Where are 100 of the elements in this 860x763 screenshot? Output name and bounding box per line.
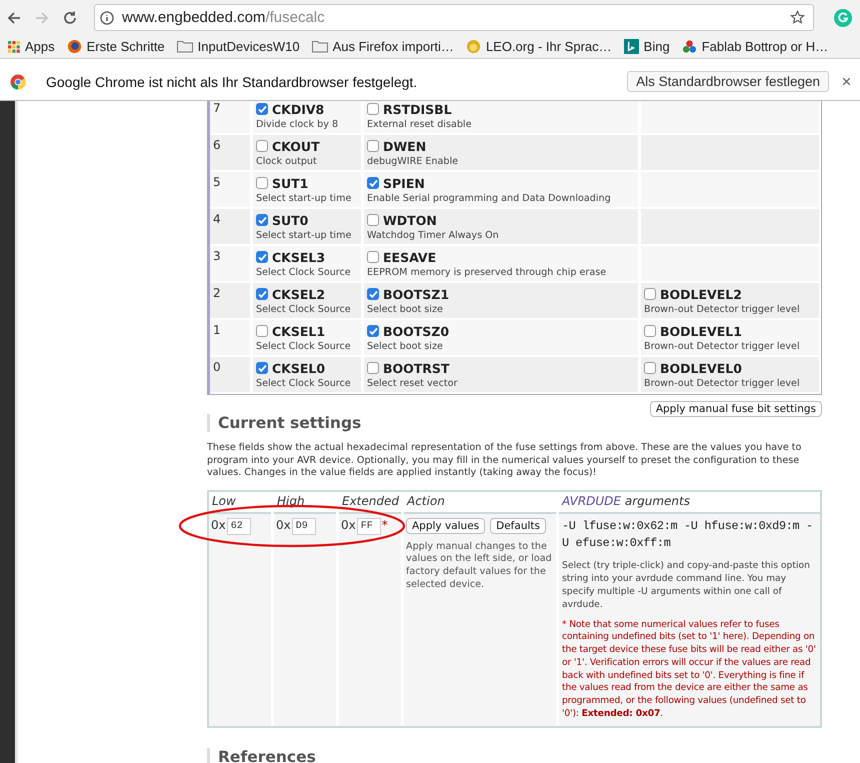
fuse-description: Select Clock Source xyxy=(256,267,352,278)
back-icon[interactable] xyxy=(6,10,22,26)
checkbox[interactable] xyxy=(256,140,268,152)
fuse-description: Select start-up time xyxy=(256,230,352,241)
fuse-name: CKOUT xyxy=(272,138,320,154)
hex-input[interactable]: 62 xyxy=(226,518,251,534)
fuse-description: Select reset vector xyxy=(367,378,458,389)
fuse-description: Brown-out Detector trigger level xyxy=(644,304,801,315)
fuse-name: BOOTRST xyxy=(383,360,450,376)
folder-icon xyxy=(312,40,328,53)
bit-number: 7 xyxy=(210,101,250,133)
reload-icon[interactable] xyxy=(62,10,78,26)
fuse-description: Watchdog Timer Always On xyxy=(367,230,500,241)
folder-icon xyxy=(176,40,193,53)
action-button[interactable]: Defaults xyxy=(490,518,546,534)
fuse-description: Clock output xyxy=(256,156,318,167)
checkbox[interactable] xyxy=(644,288,656,300)
fuse-description: Select Clock Source xyxy=(256,304,352,315)
hex-input[interactable]: FF xyxy=(356,518,381,534)
fuse-name: WDTON xyxy=(383,212,437,228)
bookmark-item[interactable]: Apps xyxy=(8,39,55,54)
bit-number: 3 xyxy=(210,246,250,281)
checkbox[interactable] xyxy=(256,214,268,226)
fuse-description: Select boot size xyxy=(367,341,444,352)
bit-number: 5 xyxy=(210,172,250,207)
bing-icon xyxy=(624,39,639,54)
checkbox[interactable] xyxy=(256,362,268,374)
intro-paragraph: These fields show the actual hexadecimal representation of the fuse settings from above. These are the values you have to program into your AVR device. Optionally, you may fill in the numerical values yourself to preset the configuration to these values. Changes in the value fields are applied instantly (taking away the focus)! xyxy=(207,442,802,480)
set-default-button[interactable]: Als Standardbrowser festlegen xyxy=(627,71,829,92)
checkbox[interactable] xyxy=(367,140,379,152)
fuse-description: Select Clock Source xyxy=(256,378,352,389)
bookmark-item[interactable]: Bing xyxy=(624,39,670,54)
fuse-name: SUT1 xyxy=(272,176,308,190)
fuse-description: Select Clock Source xyxy=(256,341,352,352)
fuse-description: debugWIRE Enable xyxy=(367,156,460,167)
help-paragraph: Select (try triple-click) and copy-and-paste this option string into your avrdude command line. You may specify multiple -U arguments within one call of avrdude. xyxy=(562,558,811,610)
address-bar[interactable]: www.engbedded.com/fusecalc xyxy=(94,4,814,31)
column-heading: arguments xyxy=(624,494,690,508)
bookmark-item[interactable]: Aus Firefox importi… xyxy=(312,39,454,54)
fuse-description: External reset disable xyxy=(367,119,472,130)
checkbox[interactable] xyxy=(644,325,656,337)
hex-input[interactable]: D9 xyxy=(292,518,316,534)
note-mark: * xyxy=(382,518,388,532)
note-paragraph: * Note that some numerical values refer to fuses containing undefined bits (set to '1' here). Depending on the target device these fuse bits will be read either as '0' or '1'. Verification errors will occur if the values are read back with undefined bits set to '0'. Everything is fine if the values read from the device are either the same as programmed, or the following values (undefined set to '0'): Extended: 0x07. xyxy=(562,618,817,721)
fuse-name: BOOTSZ1 xyxy=(383,286,450,302)
apply-fuse-bits-button[interactable]: Apply manual fuse bit settings xyxy=(650,401,822,417)
fuse-name: BODLEVEL0 xyxy=(660,360,742,376)
fuse-name: CKSEL3 xyxy=(272,250,326,264)
info-icon[interactable] xyxy=(100,10,114,24)
action-description: Apply manual changes to the values on the left side, or load factory default values for the selected device. xyxy=(406,540,553,592)
checkbox[interactable] xyxy=(256,251,268,263)
fuse-description: Select boot size xyxy=(367,304,444,315)
checkbox[interactable] xyxy=(367,103,379,115)
globe-icon xyxy=(66,39,82,54)
info-message: Google Chrome ist nicht als Ihr Standardbrowser festgelegt. xyxy=(46,74,418,90)
grammarly-icon[interactable] xyxy=(834,8,852,26)
fuse-name: CKSEL0 xyxy=(272,360,326,376)
checkbox[interactable] xyxy=(367,362,379,374)
checkbox[interactable] xyxy=(256,325,268,337)
checkbox[interactable] xyxy=(256,103,268,115)
fuse-name: SUT0 xyxy=(272,212,308,228)
fuse-name: EESAVE xyxy=(383,250,436,264)
bit-number: 0 xyxy=(210,357,250,392)
apps-grid-icon xyxy=(8,40,20,52)
bookmark-item[interactable]: InputDevicesW10 xyxy=(176,39,300,54)
bit-number: 1 xyxy=(210,320,250,355)
section-heading: Current settings xyxy=(207,414,822,432)
fuse-description: Divide clock by 8 xyxy=(256,119,340,130)
fuse-name: SPIEN xyxy=(383,176,425,190)
url-text: www.engbedded.com/fusecalc xyxy=(122,9,326,26)
checkbox[interactable] xyxy=(256,177,268,189)
bookmark-item[interactable]: LEO.org - Ihr Sprac… xyxy=(466,39,612,54)
fuse-description: Brown-out Detector trigger level xyxy=(644,378,801,389)
bit-number: 2 xyxy=(210,283,250,318)
star-icon[interactable] xyxy=(790,10,805,25)
fuse-description: Select start-up time xyxy=(256,193,352,204)
command-text: -U lfuse:w:0x62:m -U hfuse:w:0xd9:m -U efuse:w:0xff:m xyxy=(562,518,814,552)
checkbox[interactable] xyxy=(367,325,379,337)
section-heading: References xyxy=(207,748,822,763)
checkbox[interactable] xyxy=(367,177,379,189)
fuse-name: CKSEL1 xyxy=(272,324,326,338)
chrome-icon xyxy=(10,74,26,90)
fuse-name: BODLEVEL1 xyxy=(660,324,742,338)
close-icon[interactable] xyxy=(843,78,850,85)
action-button[interactable]: Apply values xyxy=(406,518,486,534)
hex-prefix: 0x xyxy=(276,518,291,532)
checkbox[interactable] xyxy=(367,251,379,263)
fuse-description: EEPROM memory is preserved through chip erase xyxy=(367,267,608,278)
fuse-name: BOOTSZ0 xyxy=(383,324,450,338)
fuse-description: Brown-out Detector trigger level xyxy=(644,341,801,352)
checkbox[interactable] xyxy=(367,288,379,300)
checkbox[interactable] xyxy=(644,362,656,374)
fuse-name: RSTDISBL xyxy=(383,102,452,116)
fuse-name: CKDIV8 xyxy=(272,102,324,116)
bookmark-item[interactable]: Fablab Bottrop or H… xyxy=(682,39,828,54)
fuse-name: CKSEL2 xyxy=(272,286,326,302)
hex-prefix: 0x xyxy=(211,518,226,532)
bookmark-item[interactable]: Erste Schritte xyxy=(66,39,165,54)
checkbox[interactable] xyxy=(256,288,268,300)
checkbox[interactable] xyxy=(367,214,379,226)
